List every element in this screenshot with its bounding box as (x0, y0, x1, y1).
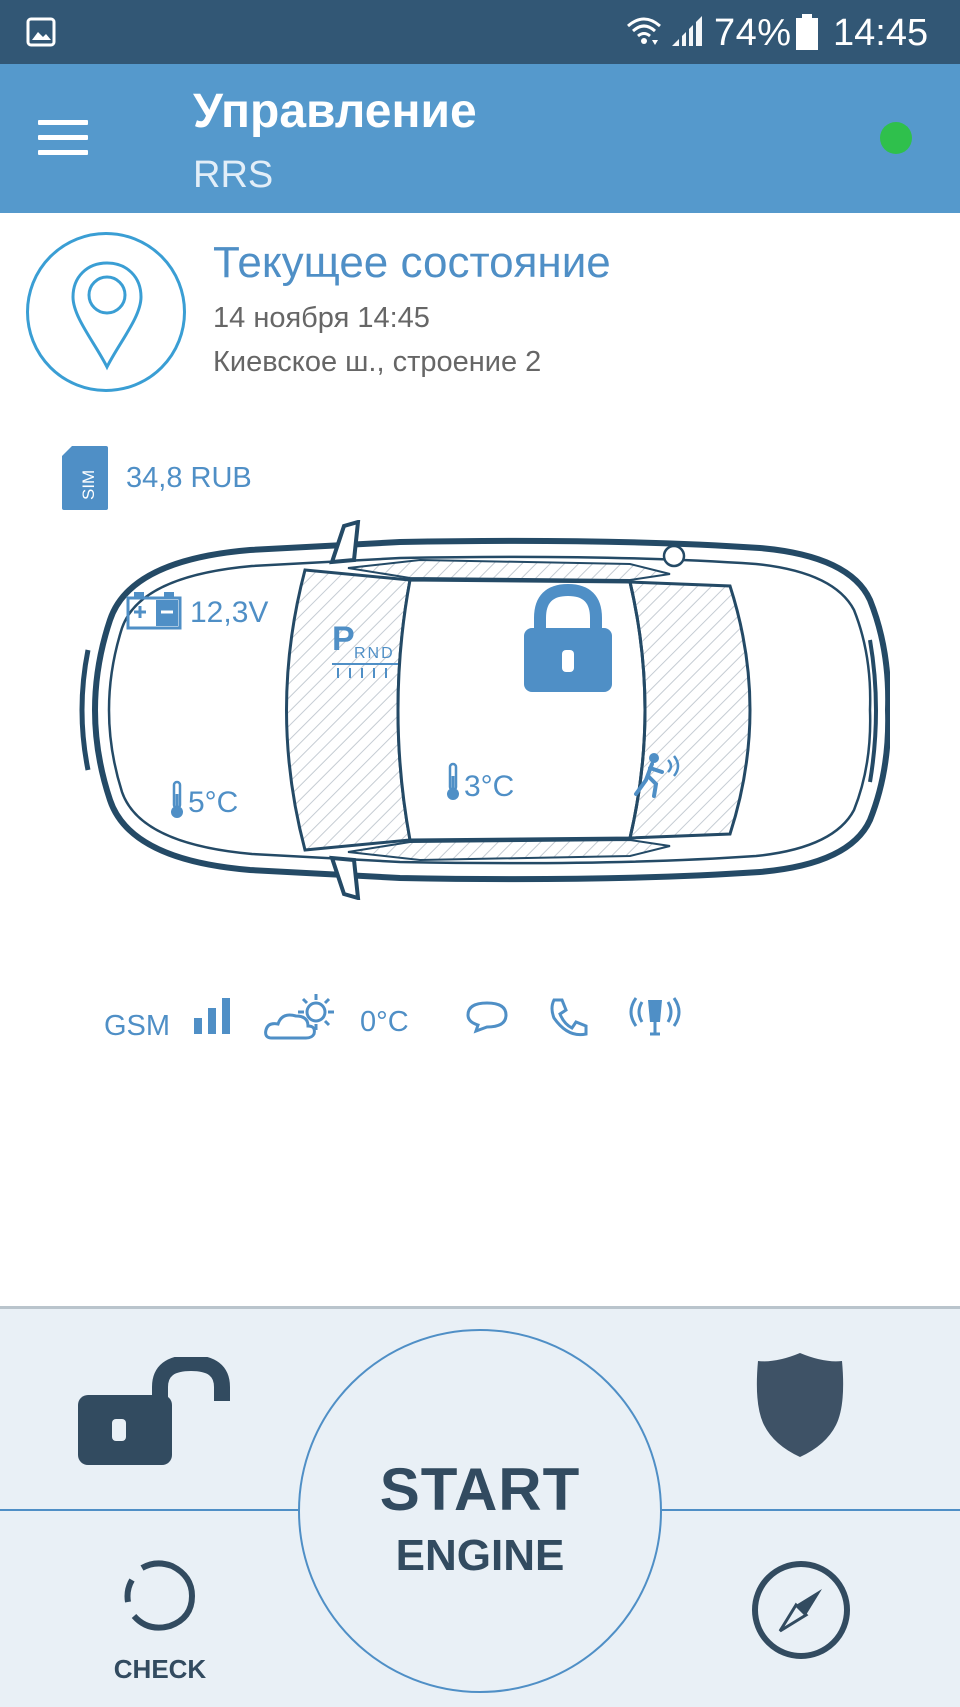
app-bar: Управление RRS (0, 64, 960, 213)
sim-card-icon: SIM (62, 446, 108, 510)
menu-icon-bar (38, 120, 88, 125)
signal-icon (672, 16, 702, 46)
gallery-icon (26, 17, 56, 47)
state-date: 14 ноября 14:45 (213, 302, 430, 334)
start-label: START (379, 1456, 581, 1523)
location-button[interactable] (26, 232, 186, 392)
car-battery-icon (126, 592, 182, 630)
device-name: RRS (193, 154, 274, 196)
check-icon (124, 1560, 196, 1631)
phone-icon[interactable] (548, 996, 590, 1038)
battery-voltage: 12,3V (190, 596, 269, 629)
gear-positions: RND (354, 645, 395, 662)
compass-icon[interactable] (750, 1559, 852, 1661)
sim-label: SIM (79, 470, 98, 500)
unlock-icon[interactable] (76, 1357, 246, 1469)
page-title: Управление (193, 85, 477, 138)
state-address: Киевское ш., строение 2 (213, 346, 542, 378)
control-panel: START ENGINE CHECK (0, 1306, 960, 1707)
info-row: GSM 0°C (0, 990, 960, 1060)
start-engine-button[interactable]: START ENGINE (298, 1329, 662, 1693)
thermometer-icon (171, 780, 183, 818)
engine-temperature: 5°C (188, 786, 239, 819)
shield-icon[interactable] (754, 1349, 846, 1461)
gearbox-icon: P RND (332, 620, 398, 678)
car-top-view (79, 519, 892, 901)
status-bar: 74% 14:45 (0, 0, 960, 64)
battery-icon (796, 14, 818, 50)
weather-icon (264, 994, 334, 1040)
wifi-icon (627, 17, 661, 47)
outside-temperature: 0°C (360, 1006, 409, 1038)
battery-level: 74% (714, 12, 792, 54)
menu-icon-bar (38, 135, 88, 140)
map-pin-icon (71, 261, 143, 371)
gear-letter: P (332, 620, 355, 658)
status-time: 14:45 (833, 12, 929, 54)
cabin-thermometer-icon (447, 762, 459, 800)
engine-label: ENGINE (395, 1531, 565, 1580)
menu-icon-bar (38, 150, 88, 155)
check-button[interactable]: CHECK (100, 1554, 220, 1684)
menu-button[interactable] (38, 120, 90, 158)
shock-sensor-icon (634, 753, 680, 798)
cabin-temperature: 3°C (464, 770, 515, 803)
sms-icon[interactable] (466, 1000, 508, 1034)
signal-bars-icon (194, 998, 230, 1034)
alarm-icon[interactable] (624, 994, 686, 1038)
state-title: Текущее состояние (213, 238, 611, 287)
check-label: CHECK (113, 1654, 207, 1684)
sim-balance: 34,8 RUB (126, 462, 252, 494)
car-locked-icon (524, 584, 612, 692)
connection-status-dot (880, 122, 912, 154)
car-status-view: 12,3V P RND 5°C 3°C (70, 519, 892, 901)
gsm-label: GSM (104, 1010, 171, 1042)
